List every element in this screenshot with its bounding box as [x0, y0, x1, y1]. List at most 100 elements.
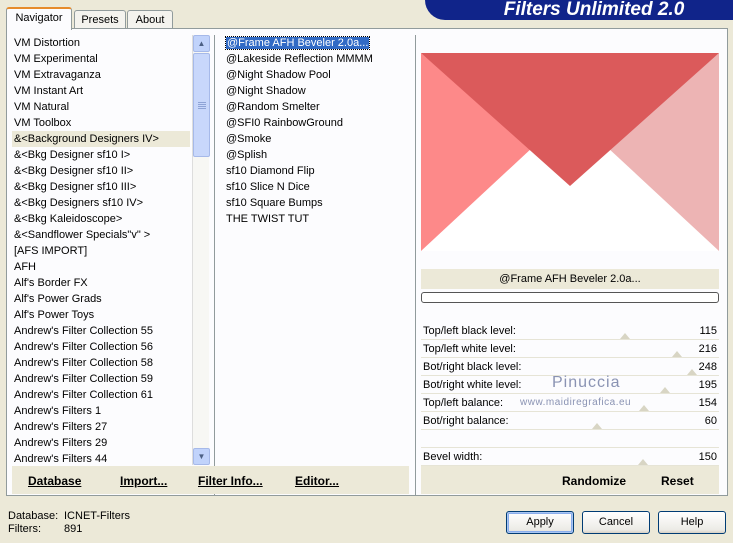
filter-item[interactable]: sf10 Diamond Flip: [224, 163, 414, 179]
category-item[interactable]: VM Instant Art: [12, 83, 190, 99]
slider-marker-icon[interactable]: [639, 405, 649, 411]
slider-marker-icon[interactable]: [619, 333, 630, 339]
category-item[interactable]: Andrew's Filters 27: [12, 419, 190, 435]
filter-item-label: sf10 Square Bumps: [226, 197, 323, 209]
category-item[interactable]: &<Bkg Designers sf10 IV>: [12, 195, 190, 211]
category-item[interactable]: VM Experimental: [12, 51, 190, 67]
category-item[interactable]: &<Sandflower Specials"v" >: [12, 227, 190, 243]
parameter-label: Bevel width:: [423, 451, 483, 463]
category-scrollbar[interactable]: ▲ ▼: [192, 35, 210, 465]
progress-bar: [421, 292, 719, 303]
category-item[interactable]: &<Bkg Designer sf10 III>: [12, 179, 190, 195]
tab-about[interactable]: About: [127, 10, 173, 30]
category-item[interactable]: VM Toolbox: [12, 115, 190, 131]
slider-marker-icon[interactable]: [637, 459, 648, 465]
filter-item[interactable]: sf10 Slice N Dice: [224, 179, 414, 195]
parameter-slider[interactable]: Bot/right balance: 60: [421, 412, 719, 430]
category-item[interactable]: Andrew's Filters 29: [12, 435, 190, 451]
scroll-up-icon[interactable]: ▲: [193, 35, 210, 52]
app-title-banner: Filters Unlimited 2.0: [425, 0, 733, 20]
parameter-slider[interactable]: Top/left white level: 216: [421, 340, 719, 358]
filter-item[interactable]: @Lakeside Reflection MMMM: [224, 51, 414, 67]
category-item[interactable]: VM Extravaganza: [12, 67, 190, 83]
category-item-label: Andrew's Filters 29: [14, 437, 108, 449]
category-item[interactable]: Alf's Power Grads: [12, 291, 190, 307]
parameter-value: 115: [699, 325, 717, 337]
slider-marker-icon[interactable]: [687, 369, 698, 375]
randomize-button[interactable]: Randomize: [562, 474, 626, 488]
filter-item[interactable]: @Night Shadow Pool: [224, 67, 414, 83]
slider-marker-icon[interactable]: [671, 351, 682, 357]
category-item-label: VM Extravaganza: [14, 69, 101, 81]
category-item[interactable]: VM Natural: [12, 99, 190, 115]
category-item[interactable]: &<Bkg Designer sf10 II>: [12, 163, 190, 179]
parameter-label: Bot/right balance:: [423, 415, 509, 427]
filter-item[interactable]: @Random Smelter: [224, 99, 414, 115]
parameter-value: 216: [698, 343, 717, 355]
tab-navigator[interactable]: Navigator: [6, 7, 72, 30]
filter-item-label: @SFI0 RainbowGround: [226, 117, 343, 129]
category-item[interactable]: [AFS IMPORT]: [12, 243, 190, 259]
parameter-slider[interactable]: Bevel width: 150: [421, 448, 719, 466]
help-button[interactable]: Help: [658, 511, 726, 534]
slider-marker-icon[interactable]: [592, 423, 603, 429]
apply-button[interactable]: Apply: [506, 511, 574, 534]
category-item-label: &<Background Designers IV>: [14, 133, 159, 145]
category-item[interactable]: Andrew's Filter Collection 55: [12, 323, 190, 339]
slider-marker-icon[interactable]: [659, 387, 670, 393]
scroll-thumb[interactable]: [193, 53, 210, 157]
category-item-label: Andrew's Filter Collection 56: [14, 341, 154, 353]
filter-item[interactable]: THE TWIST TUT: [224, 211, 414, 227]
category-item-label: VM Natural: [14, 101, 70, 113]
category-item[interactable]: Alf's Border FX: [12, 275, 190, 291]
filters-count-value: 891: [64, 523, 83, 535]
filter-item[interactable]: @Frame AFH Beveler 2.0a...: [224, 35, 414, 51]
category-item[interactable]: &<Bkg Designer sf10 I>: [12, 147, 190, 163]
column-divider: [415, 35, 416, 495]
category-item-label: Andrew's Filters 1: [14, 405, 102, 417]
filter-item[interactable]: @Splish: [224, 147, 414, 163]
tab-presets[interactable]: Presets: [74, 10, 126, 30]
category-item[interactable]: Andrew's Filter Collection 59: [12, 371, 190, 387]
category-item-label: VM Instant Art: [14, 85, 84, 97]
parameter-slider[interactable]: [421, 430, 719, 448]
filter-item[interactable]: sf10 Square Bumps: [224, 195, 414, 211]
database-link[interactable]: Database: [28, 474, 81, 488]
category-item[interactable]: VM Distortion: [12, 35, 190, 51]
category-item-label: &<Bkg Designers sf10 IV>: [14, 197, 144, 209]
filter-preview: [421, 53, 719, 251]
category-item-label: Andrew's Filter Collection 58: [14, 357, 154, 369]
category-item-label: VM Experimental: [14, 53, 98, 65]
category-item-label: VM Toolbox: [14, 117, 72, 129]
category-item[interactable]: AFH: [12, 259, 190, 275]
filter-item-label: @Splish: [226, 149, 268, 161]
category-item[interactable]: Andrew's Filters 44: [12, 451, 190, 467]
parameter-label: Bot/right white level:: [423, 379, 522, 391]
category-item[interactable]: Andrew's Filter Collection 61: [12, 387, 190, 403]
category-item[interactable]: &<Background Designers IV>: [12, 131, 190, 147]
filter-info-link[interactable]: Filter Info...: [198, 474, 263, 488]
filter-list[interactable]: @Frame AFH Beveler 2.0a... @Lakeside Refl…: [224, 35, 414, 467]
category-item-label: &<Sandflower Specials"v" >: [14, 229, 151, 241]
category-item[interactable]: &<Bkg Kaleidoscope>: [12, 211, 190, 227]
editor-link[interactable]: Editor...: [295, 474, 339, 488]
category-item[interactable]: Andrew's Filters 1: [12, 403, 190, 419]
filter-item-label: @Lakeside Reflection MMMM: [226, 53, 373, 65]
filter-item[interactable]: @Night Shadow: [224, 83, 414, 99]
reset-button[interactable]: Reset: [661, 474, 694, 488]
category-item-label: &<Bkg Kaleidoscope>: [14, 213, 123, 225]
scroll-down-icon[interactable]: ▼: [193, 448, 210, 465]
category-item[interactable]: Andrew's Filter Collection 58: [12, 355, 190, 371]
category-list[interactable]: VM Distortion VM Experimental VM Extravaga…: [12, 35, 190, 467]
filter-item[interactable]: @Smoke: [224, 131, 414, 147]
category-item-label: Andrew's Filters 44: [14, 453, 108, 465]
import-link[interactable]: Import...: [120, 474, 167, 488]
column-divider: [214, 35, 215, 495]
parameter-slider[interactable]: Top/left black level: 115: [421, 322, 719, 340]
category-item[interactable]: Andrew's Filter Collection 56: [12, 339, 190, 355]
category-item[interactable]: Alf's Power Toys: [12, 307, 190, 323]
cancel-button[interactable]: Cancel: [582, 511, 650, 534]
category-item-label: &<Bkg Designer sf10 III>: [14, 181, 137, 193]
filter-item[interactable]: @SFI0 RainbowGround: [224, 115, 414, 131]
category-item-label: Alf's Border FX: [14, 277, 88, 289]
